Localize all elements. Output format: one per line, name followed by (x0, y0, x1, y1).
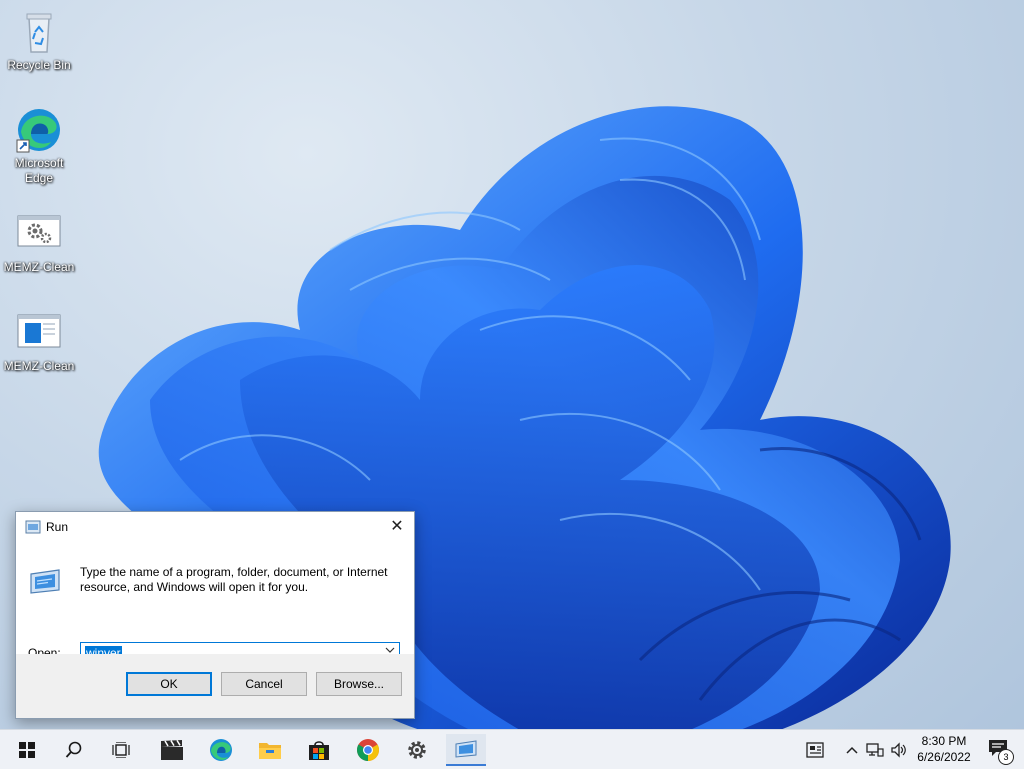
browse-button[interactable]: Browse... (316, 672, 402, 696)
start-button[interactable] (7, 734, 47, 766)
edge-icon (210, 739, 232, 761)
file-explorer-icon (259, 743, 281, 759)
settings-icon (408, 741, 426, 759)
tray-volume[interactable] (888, 730, 910, 769)
run-dialog: Run ✕ Type the name of a program, folder… (15, 511, 415, 719)
run-dialog-title: Run (46, 520, 69, 534)
store-icon (309, 741, 329, 760)
tray-network[interactable] (864, 730, 886, 769)
window-app-icon (15, 309, 63, 357)
run-titlebar[interactable]: Run ✕ (16, 512, 414, 542)
task-view-button[interactable] (101, 734, 141, 766)
gear-app-icon (15, 210, 63, 258)
run-dialog-footer: OK Cancel Browse... (16, 654, 414, 718)
clock-date: 6/26/2022 (917, 750, 971, 764)
clock-time: 8:30 PM (921, 734, 967, 748)
network-icon (866, 742, 884, 757)
desktop-icon-label: Recycle Bin (7, 58, 71, 72)
taskbar-clock[interactable]: 8:30 PM 6/26/2022 (908, 733, 980, 765)
start-icon (19, 742, 35, 758)
edge-icon (15, 106, 63, 154)
taskbar-app-chrome[interactable] (348, 734, 388, 766)
news-icon (806, 741, 824, 758)
desktop-icon-edge[interactable]: Microsoft Edge (2, 106, 76, 186)
search-button[interactable] (54, 734, 94, 766)
taskbar-app-clapper[interactable] (152, 734, 192, 766)
desktop-icon-memz-clean-1[interactable]: MEMZ-Clean (2, 210, 76, 275)
desktop-icon-label: MEMZ-Clean (3, 359, 75, 373)
taskbar-app-run[interactable] (446, 734, 486, 766)
chevron-up-icon (846, 746, 858, 754)
ok-button[interactable]: OK (126, 672, 212, 696)
task-view-icon (112, 742, 130, 758)
close-icon[interactable]: ✕ (386, 516, 408, 538)
desktop-icon-memz-clean-2[interactable]: MEMZ-Clean (2, 309, 76, 374)
cancel-button[interactable]: Cancel (221, 672, 307, 696)
notification-badge: 3 (998, 748, 1014, 765)
run-dialog-body: Type the name of a program, folder, docu… (16, 542, 414, 665)
notification-center-button[interactable]: 3 (984, 730, 1014, 769)
run-titlebar-icon (25, 520, 41, 539)
run-icon (455, 740, 477, 758)
desktop-icon-recycle-bin[interactable]: Recycle Bin (2, 8, 76, 73)
tray-news-widget[interactable] (802, 730, 828, 769)
recycle-bin-icon (15, 8, 63, 56)
taskbar-app-file-explorer[interactable] (250, 734, 290, 766)
volume-icon (891, 741, 906, 758)
chrome-icon (357, 739, 379, 761)
taskbar-app-store[interactable] (299, 734, 339, 766)
taskbar-app-edge[interactable] (201, 734, 241, 766)
run-program-icon (28, 566, 62, 601)
desktop-icon-label: MEMZ-Clean (3, 260, 75, 274)
desktop-icon-label: Microsoft Edge (14, 156, 64, 185)
taskbar-app-settings[interactable] (397, 734, 437, 766)
tray-show-hidden[interactable] (842, 730, 862, 769)
run-dialog-description: Type the name of a program, folder, docu… (80, 565, 388, 594)
taskbar: 8:30 PM 6/26/2022 3 (0, 729, 1024, 769)
video-editor-icon (161, 740, 183, 760)
search-icon (65, 741, 82, 758)
